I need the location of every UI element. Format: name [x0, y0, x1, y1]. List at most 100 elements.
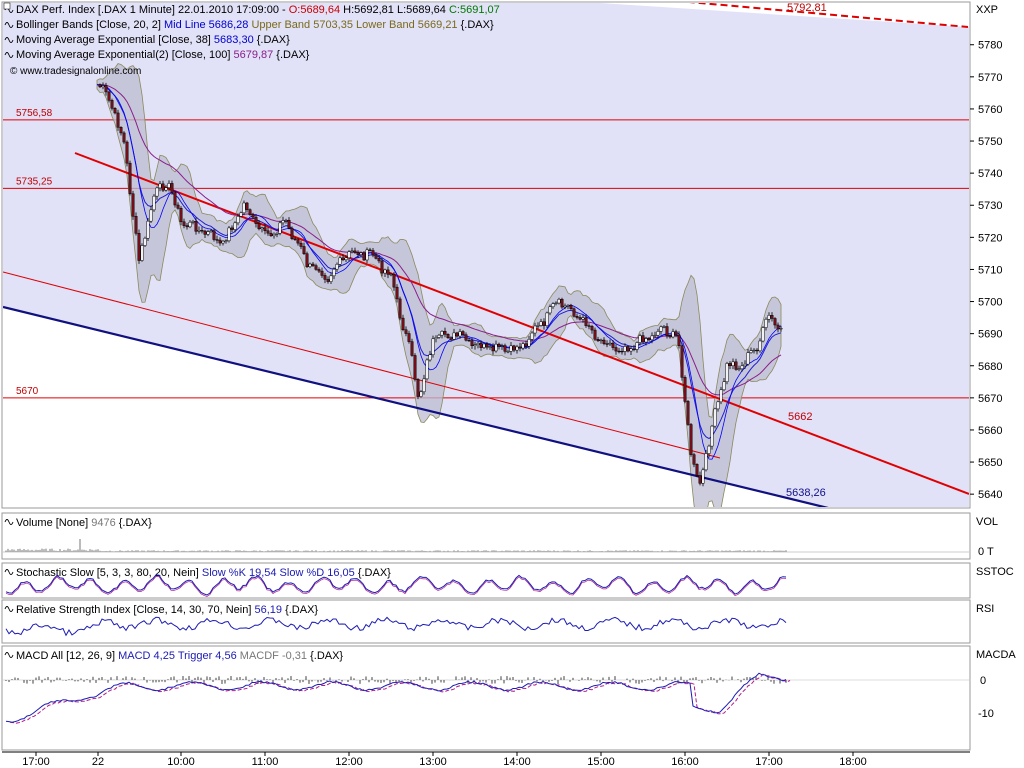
volume-legend-value: 9476 — [91, 517, 115, 529]
macd-legend-suffix: {.DAX} — [307, 650, 343, 662]
volume-tick-label: 0 T — [978, 546, 994, 558]
candle-body — [303, 246, 305, 253]
candle-body — [588, 326, 590, 327]
candle-body — [627, 346, 629, 351]
candle-body — [327, 279, 329, 281]
candle-body — [171, 183, 173, 192]
candle-body — [339, 258, 341, 264]
time-tick-label: 13:00 — [419, 756, 447, 768]
volume-legend-suffix: {.DAX} — [116, 517, 152, 529]
candle-body — [240, 213, 242, 217]
candle-body — [387, 270, 389, 274]
candle-body — [474, 345, 476, 346]
candle-body — [765, 319, 767, 327]
copyright-text: © www.tradesignalonline.com — [10, 66, 141, 77]
candle-body — [711, 426, 713, 446]
candle-body — [192, 221, 194, 222]
time-tick-label: 12:00 — [335, 756, 363, 768]
candle-body — [243, 203, 245, 213]
candle-body — [105, 86, 107, 92]
candle-body — [639, 336, 641, 343]
candle-body — [252, 215, 254, 217]
candle-body — [420, 392, 422, 397]
candle-body — [429, 355, 431, 360]
y-tick-label: 5720 — [978, 232, 1002, 244]
rsi-legend-label: Relative Strength Index [Close, 14, 30, … — [16, 604, 254, 616]
candle-body — [306, 254, 308, 267]
y-tick-label: 5690 — [978, 329, 1002, 341]
candle-body — [552, 304, 554, 307]
macd-pane: MACD All [12, 26, 9] MACD 4,25 Trigger 4… — [2, 646, 1016, 750]
candle-body — [774, 318, 776, 325]
candle-body — [402, 318, 404, 330]
candle-body — [426, 360, 428, 379]
candle-body — [618, 351, 620, 352]
candle-body — [144, 238, 146, 245]
candle-body — [669, 335, 671, 336]
candle-body — [198, 230, 200, 231]
legend-value: O:5689,64 — [289, 4, 340, 16]
candle-body — [648, 338, 650, 339]
candle-body — [501, 346, 503, 347]
horizontal-level-label: 5670 — [16, 386, 39, 397]
candle-body — [351, 251, 353, 252]
candle-body — [582, 318, 584, 319]
candle-body — [348, 252, 350, 258]
candle-body — [261, 228, 263, 229]
candle-body — [573, 309, 575, 317]
candle-body — [438, 335, 440, 337]
y-tick-label: 5660 — [978, 425, 1002, 437]
candle-body — [435, 337, 437, 338]
candle-body — [564, 306, 566, 307]
candle-body — [153, 196, 155, 210]
candle-body — [546, 313, 548, 326]
candle-body — [450, 338, 452, 340]
candle-body — [441, 331, 443, 335]
price-pane: 5756,585735,255670 DAX Perf. Index [.DAX… — [2, 0, 1002, 535]
candle-body — [714, 409, 716, 426]
candle-body — [255, 217, 257, 223]
candle-body — [330, 276, 332, 282]
y-tick-label: 5650 — [978, 457, 1002, 469]
legend-prefix: Moving Average Exponential [Close, 38] — [16, 34, 214, 46]
y-tick-label: 5710 — [978, 264, 1002, 276]
red-trend-value-label: 5662 — [788, 411, 812, 423]
y-tick-label: 5770 — [978, 72, 1002, 84]
candle-body — [666, 327, 668, 336]
candle-body — [498, 344, 500, 346]
candle-body — [561, 299, 563, 307]
candle-body — [456, 333, 458, 336]
time-tick-label: 17:00 — [22, 756, 50, 768]
candle-body — [333, 269, 335, 276]
candle-body — [717, 402, 719, 409]
candle-body — [432, 339, 434, 355]
macd-legend: MACD All [12, 26, 9] MACD 4,25 Trigger 4… — [16, 650, 343, 662]
candle-body — [762, 328, 764, 341]
y-tick-label: 5670 — [978, 393, 1002, 405]
rsi-legend: Relative Strength Index [Close, 14, 30, … — [16, 604, 318, 616]
candle-body — [207, 232, 209, 235]
price-axis-name: XXP — [976, 4, 998, 16]
candle-body — [381, 261, 383, 273]
candle-body — [396, 287, 398, 299]
candle-body — [195, 221, 197, 231]
candle-body — [174, 193, 176, 205]
candle-body — [657, 331, 659, 335]
candle-body — [579, 317, 581, 319]
candle-body — [138, 233, 140, 260]
y-tick-label: 5750 — [978, 136, 1002, 148]
legend-value: 5683,30 — [214, 34, 254, 46]
y-tick-label: 5740 — [978, 168, 1002, 180]
candle-body — [345, 258, 347, 260]
candle-body — [720, 390, 722, 402]
blue-channel-value-label: 5638,26 — [786, 487, 826, 499]
volume-axis-name: VOL — [976, 516, 998, 528]
candle-body — [294, 239, 296, 240]
candle-body — [705, 454, 707, 470]
candle-body — [423, 379, 425, 392]
candle-body — [315, 266, 317, 270]
candle-body — [507, 351, 509, 352]
candle-body — [606, 344, 608, 345]
pane-menu-icon[interactable] — [4, 3, 10, 9]
horizontal-level-label: 5756,58 — [16, 108, 53, 119]
